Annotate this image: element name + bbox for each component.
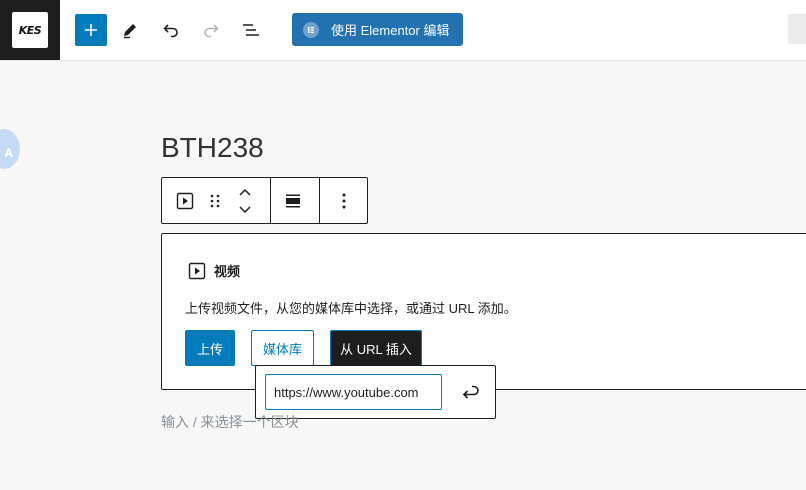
url-input[interactable] (265, 374, 442, 410)
add-block-button[interactable] (75, 14, 107, 46)
elementor-button-label: 使用 Elementor 编辑 (331, 23, 450, 38)
undo-icon (163, 24, 178, 38)
settings-button-partial[interactable] (788, 14, 806, 44)
site-logo[interactable]: KES (0, 0, 60, 60)
more-options-icon (342, 193, 346, 209)
move-down-button[interactable] (236, 202, 254, 218)
block-appender-placeholder[interactable]: 输入 / 来选择一个区块 (161, 412, 299, 432)
video-block-title: 视频 (214, 264, 241, 279)
apply-url-button[interactable] (456, 379, 484, 407)
more-options-button[interactable] (333, 190, 355, 212)
document-overview-button[interactable] (235, 14, 267, 46)
enter-icon (462, 385, 479, 399)
media-library-button[interactable]: 媒体库 (251, 330, 314, 366)
elementor-icon (303, 21, 319, 38)
logo-box: KES (12, 12, 48, 48)
list-view-icon (243, 24, 259, 36)
move-down-icon (239, 206, 251, 214)
avatar-initial: A (4, 146, 13, 160)
move-up-button[interactable] (236, 184, 254, 200)
align-icon (286, 194, 300, 208)
drag-handle[interactable] (206, 191, 224, 211)
move-up-icon (239, 188, 251, 196)
block-type-button[interactable] (174, 190, 196, 212)
upload-button[interactable]: 上传 (185, 330, 235, 366)
redo-button[interactable] (195, 14, 227, 46)
redo-icon (204, 24, 219, 38)
insert-from-url-button[interactable]: 从 URL 插入 (330, 330, 422, 366)
editor-header: KES 使用 Elementor 编辑 (0, 0, 806, 61)
avatar[interactable]: A (0, 129, 20, 169)
edit-with-elementor-button[interactable]: 使用 Elementor 编辑 (292, 13, 463, 46)
video-block-instructions: 上传视频文件，从您的媒体库中选择，或通过 URL 添加。 (185, 301, 517, 316)
pencil-icon (124, 24, 136, 39)
block-toolbar (161, 177, 368, 224)
url-popover (255, 365, 496, 419)
toolbar-divider (319, 178, 320, 223)
drag-handle-icon (210, 194, 220, 208)
video-icon (176, 192, 194, 210)
toolbar-divider (270, 178, 271, 223)
logo-text: KES (18, 23, 42, 37)
video-icon (188, 262, 206, 279)
undo-button[interactable] (155, 14, 187, 46)
edit-mode-button[interactable] (114, 14, 146, 46)
video-block-header: 视频 (188, 261, 240, 280)
post-title[interactable]: BTH238 (161, 132, 264, 164)
plus-icon (85, 24, 97, 36)
align-button[interactable] (282, 190, 304, 212)
